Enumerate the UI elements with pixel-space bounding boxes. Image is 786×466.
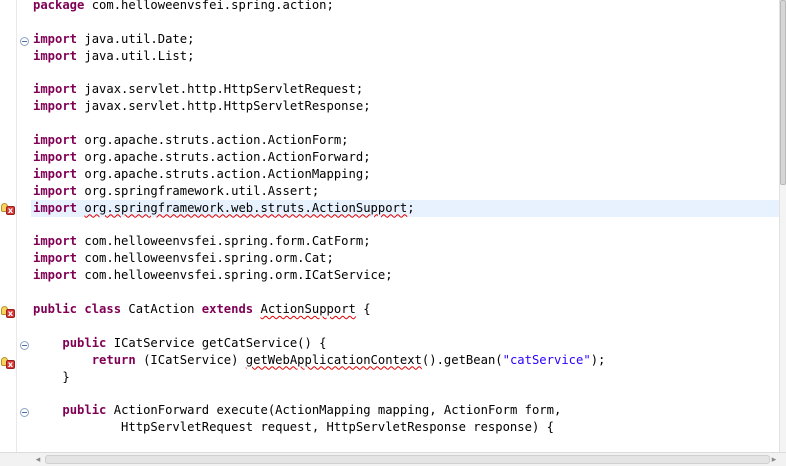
code-text: javax.servlet.http.HttpServletResponse; (77, 99, 371, 114)
code-line[interactable]: import org.apache.struts.action.ActionMa… (31, 166, 779, 183)
code-text: ; (407, 200, 415, 215)
error-icon: x (6, 360, 15, 369)
keyword: import (33, 82, 78, 97)
code-line[interactable] (31, 115, 779, 132)
fold-method-button[interactable] (20, 408, 29, 417)
quickfix-error-icon[interactable]: x (1, 203, 15, 215)
keyword: import (33, 234, 78, 249)
scrollbar-corner-right (779, 452, 786, 466)
code-line[interactable]: import org.apache.struts.action.ActionFo… (31, 149, 779, 166)
error-text[interactable]: ActionSupport (261, 302, 356, 316)
current-code-line[interactable]: import org.springframework.web.struts.Ac… (31, 199, 779, 217)
vertical-scrollbar[interactable] (779, 0, 786, 452)
keyword: package (33, 0, 85, 12)
error-icon: x (6, 206, 15, 215)
code-line[interactable]: return (ICatService) getWebApplicationCo… (31, 352, 779, 369)
keyword: import (33, 200, 78, 215)
keyword: import (33, 133, 78, 148)
quickfix-error-icon[interactable]: x (1, 357, 15, 369)
code-line[interactable]: package com.helloweenvsfei.spring.action… (31, 0, 779, 14)
keyword: import (33, 99, 78, 114)
fold-method-button[interactable] (20, 341, 29, 350)
keyword: import (33, 268, 78, 283)
code-text: ActionForward execute(ActionMapping mapp… (106, 403, 562, 418)
code-editor[interactable]: x x x package com.helloweenvsfei.spring.… (0, 0, 786, 466)
keyword: public (62, 335, 107, 350)
code-text: com.helloweenvsfei.spring.orm.Cat; (77, 251, 334, 266)
code-line[interactable] (31, 217, 779, 234)
code-text: org.springframework.util.Assert; (77, 183, 320, 198)
code-text: javax.servlet.http.HttpServletRequest; (77, 82, 364, 97)
error-text[interactable]: org.springframework.web.struts.ActionSup… (84, 201, 407, 215)
code-line[interactable]: import javax.servlet.http.HttpServletRes… (31, 98, 779, 115)
code-text: org.apache.struts.action.ActionForward; (77, 150, 371, 165)
code-line[interactable] (31, 385, 779, 402)
horizontal-scrollbar[interactable]: ◂ ▸ (31, 452, 779, 466)
code-line[interactable]: public ICatService getCatService() { (31, 335, 779, 352)
code-text: } (33, 369, 70, 384)
code-line[interactable]: import java.util.List; (31, 48, 779, 65)
scroll-left-icon[interactable]: ◂ (32, 455, 44, 465)
code-text-area[interactable]: package com.helloweenvsfei.spring.action… (31, 0, 779, 452)
code-line[interactable]: import com.helloweenvsfei.spring.form.Ca… (31, 233, 779, 250)
code-line[interactable] (31, 14, 779, 31)
code-text: com.helloweenvsfei.spring.action; (84, 0, 334, 12)
quickfix-error-icon[interactable]: x (1, 306, 15, 318)
horizontal-scroll-thumb[interactable] (45, 455, 770, 464)
keyword: extends (201, 302, 254, 317)
keyword: import (33, 31, 78, 46)
code-line[interactable]: import org.springframework.util.Assert; (31, 183, 779, 200)
code-text: (ICatService) (135, 352, 246, 367)
code-text: java.util.Date; (77, 31, 195, 46)
code-text: { (355, 302, 371, 317)
code-line[interactable]: public class CatAction extends ActionSup… (31, 301, 779, 318)
code-line[interactable]: import org.apache.struts.action.ActionFo… (31, 132, 779, 149)
code-line[interactable] (31, 318, 779, 335)
scrollbar-corner-left (0, 452, 31, 466)
keyword: public (33, 302, 78, 317)
code-text: org.apache.struts.action.ActionMapping; (77, 166, 371, 181)
code-line[interactable]: import java.util.Date; (31, 31, 779, 48)
keyword: import (33, 166, 78, 181)
string-literal: "catService" (502, 352, 591, 367)
vertical-scroll-thumb[interactable] (780, 0, 786, 185)
code-text: org.apache.struts.action.ActionForm; (77, 133, 349, 148)
code-line[interactable] (31, 284, 779, 301)
annotation-ruler[interactable] (0, 0, 17, 452)
keyword: import (33, 48, 78, 63)
code-line[interactable]: import com.helloweenvsfei.spring.orm.Cat… (31, 250, 779, 267)
code-text: ICatService getCatService() { (106, 335, 327, 350)
code-line[interactable]: public ActionForward execute(ActionMappi… (31, 402, 779, 419)
code-text: com.helloweenvsfei.spring.form.CatForm; (77, 234, 371, 249)
keyword: import (33, 251, 78, 266)
code-text: com.helloweenvsfei.spring.orm.ICatServic… (77, 268, 393, 283)
code-line[interactable]: import javax.servlet.http.HttpServletReq… (31, 81, 779, 98)
code-text: CatAction (121, 302, 202, 317)
keyword: import (33, 150, 78, 165)
code-text: ); (590, 352, 606, 367)
keyword: public (62, 403, 107, 418)
error-text[interactable]: getWebApplicationContext (246, 353, 422, 367)
code-text: ().getBean( (421, 352, 503, 367)
error-icon: x (6, 309, 15, 318)
code-text: java.util.List; (77, 48, 195, 63)
fold-imports-button[interactable] (20, 37, 29, 46)
keyword: import (33, 183, 78, 198)
code-line[interactable]: } (31, 369, 779, 386)
code-line[interactable]: HttpServletRequest request, HttpServletR… (31, 419, 779, 436)
folding-ruler[interactable] (17, 0, 31, 452)
code-line[interactable]: import com.helloweenvsfei.spring.orm.ICa… (31, 267, 779, 284)
keyword: class (84, 302, 122, 317)
code-text: HttpServletRequest request, HttpServletR… (33, 420, 554, 435)
keyword: return (91, 352, 136, 367)
code-line[interactable] (31, 65, 779, 82)
